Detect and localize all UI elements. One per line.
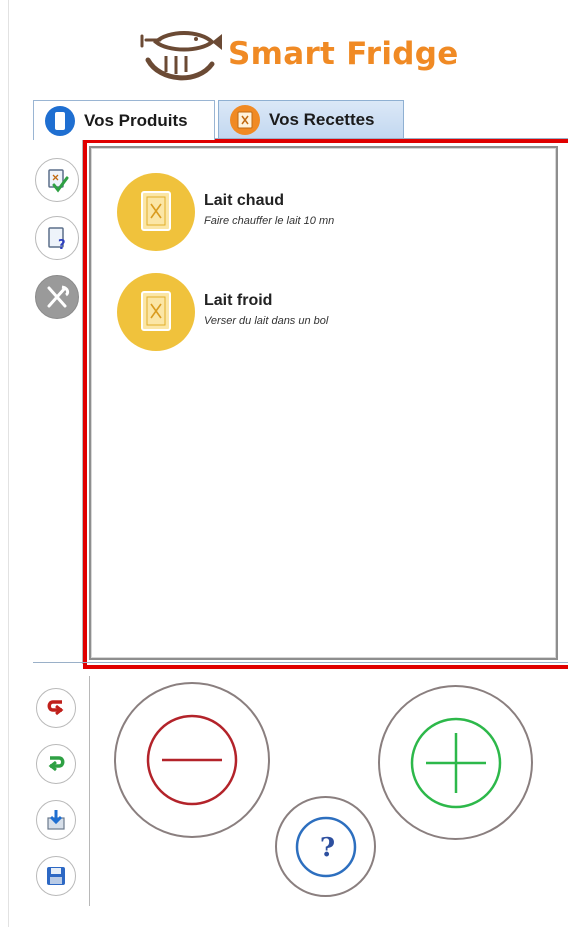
save-icon	[47, 867, 65, 885]
import-icon	[47, 810, 65, 830]
recipe-description: Faire chauffer le lait 10 mn	[204, 215, 335, 227]
tab-label: Vos Produits	[84, 110, 188, 130]
cutlery-icon	[47, 285, 70, 308]
redo-button[interactable]	[36, 744, 76, 784]
remove-button[interactable]	[114, 682, 270, 838]
svg-text:?: ?	[58, 238, 66, 252]
help-label: ?	[319, 833, 336, 863]
undo-button[interactable]	[36, 688, 76, 728]
recipe-name: Lait froid	[204, 292, 273, 309]
recipe-item-lait-froid[interactable]: Lait froid Verser du lait dans un bol	[116, 272, 536, 352]
validate-recipe-icon	[48, 169, 69, 193]
tab-vos-recettes[interactable]: Vos Recettes	[218, 100, 404, 138]
tab-vos-produits[interactable]: Vos Produits	[33, 100, 215, 140]
recipe-help-icon: ?	[48, 227, 66, 252]
minus-icon	[146, 714, 238, 806]
save-button[interactable]	[36, 856, 76, 896]
undo-icon	[47, 700, 64, 716]
add-button[interactable]	[378, 685, 533, 840]
recipe-book-icon	[117, 173, 195, 251]
cutlery-button[interactable]	[35, 275, 79, 319]
recipe-description: Verser du lait dans un bol	[204, 315, 329, 327]
products-icon	[45, 105, 75, 136]
recipe-book-icon	[230, 104, 260, 135]
recipe-list[interactable]: Lait chaud Faire chauffer le lait 10 mn …	[89, 146, 558, 660]
plus-icon	[410, 717, 501, 808]
app-title: Smart Fridge	[228, 36, 459, 72]
fridge-fish-logo-icon	[140, 31, 222, 81]
recipe-item-lait-chaud[interactable]: Lait chaud Faire chauffer le lait 10 mn	[116, 172, 536, 252]
app-logo: Smart Fridge	[136, 24, 458, 88]
toolbar-divider	[89, 676, 90, 906]
redo-icon	[48, 756, 65, 772]
help-button[interactable]: ?	[275, 796, 376, 897]
recipe-help-button[interactable]: ?	[35, 216, 79, 260]
bottom-divider	[33, 662, 568, 663]
recipe-name: Lait chaud	[204, 192, 285, 209]
import-button[interactable]	[36, 800, 76, 840]
tab-label: Vos Recettes	[269, 109, 375, 129]
recipe-book-icon	[117, 273, 195, 351]
validate-recipe-button[interactable]	[35, 158, 79, 202]
